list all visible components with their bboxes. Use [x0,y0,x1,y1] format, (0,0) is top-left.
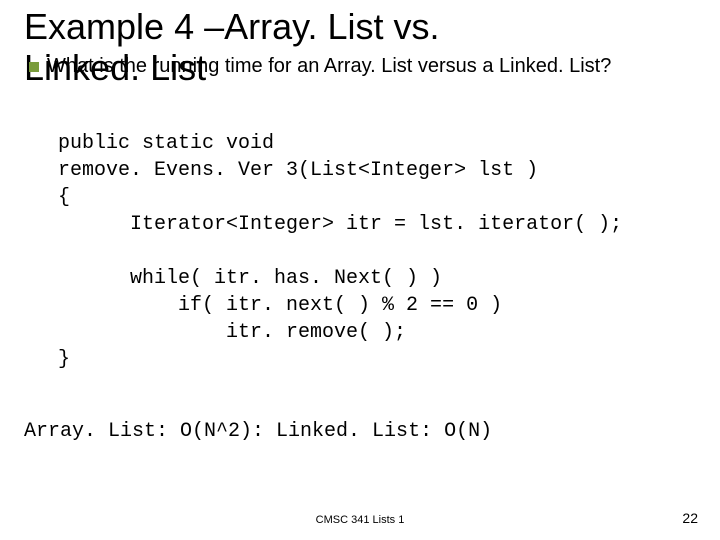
square-bullet-icon [29,62,39,72]
bullet-text: What is the running time for an Array. L… [47,55,611,78]
title-line-2-wrap: Linked. List What is the running time fo… [24,47,704,89]
code-line: if( itr. next( ) % 2 == 0 ) [58,294,502,317]
code-line: remove. Evens. Ver 3(List<Integer> lst ) [58,159,538,182]
slide-title: Example 4 –Array. List vs. Linked. List … [24,6,704,89]
title-line-1: Example 4 –Array. List vs. [24,6,704,47]
code-line: itr. remove( ); [58,321,406,344]
bullet-row: What is the running time for an Array. L… [29,55,611,78]
page-number: 22 [682,510,698,526]
code-line: Iterator<Integer> itr = lst. iterator( )… [58,213,622,236]
slide: Example 4 –Array. List vs. Linked. List … [0,0,720,540]
code-line: while( itr. has. Next( ) ) [58,267,442,290]
footer-center: CMSC 341 Lists 1 [0,514,720,526]
code-line: public static void [58,132,274,155]
answer-line: Array. List: O(N^2): Linked. List: O(N) [24,420,492,443]
code-line: } [58,348,70,371]
code-line: { [58,186,70,209]
code-block: public static void remove. Evens. Ver 3(… [58,130,622,373]
